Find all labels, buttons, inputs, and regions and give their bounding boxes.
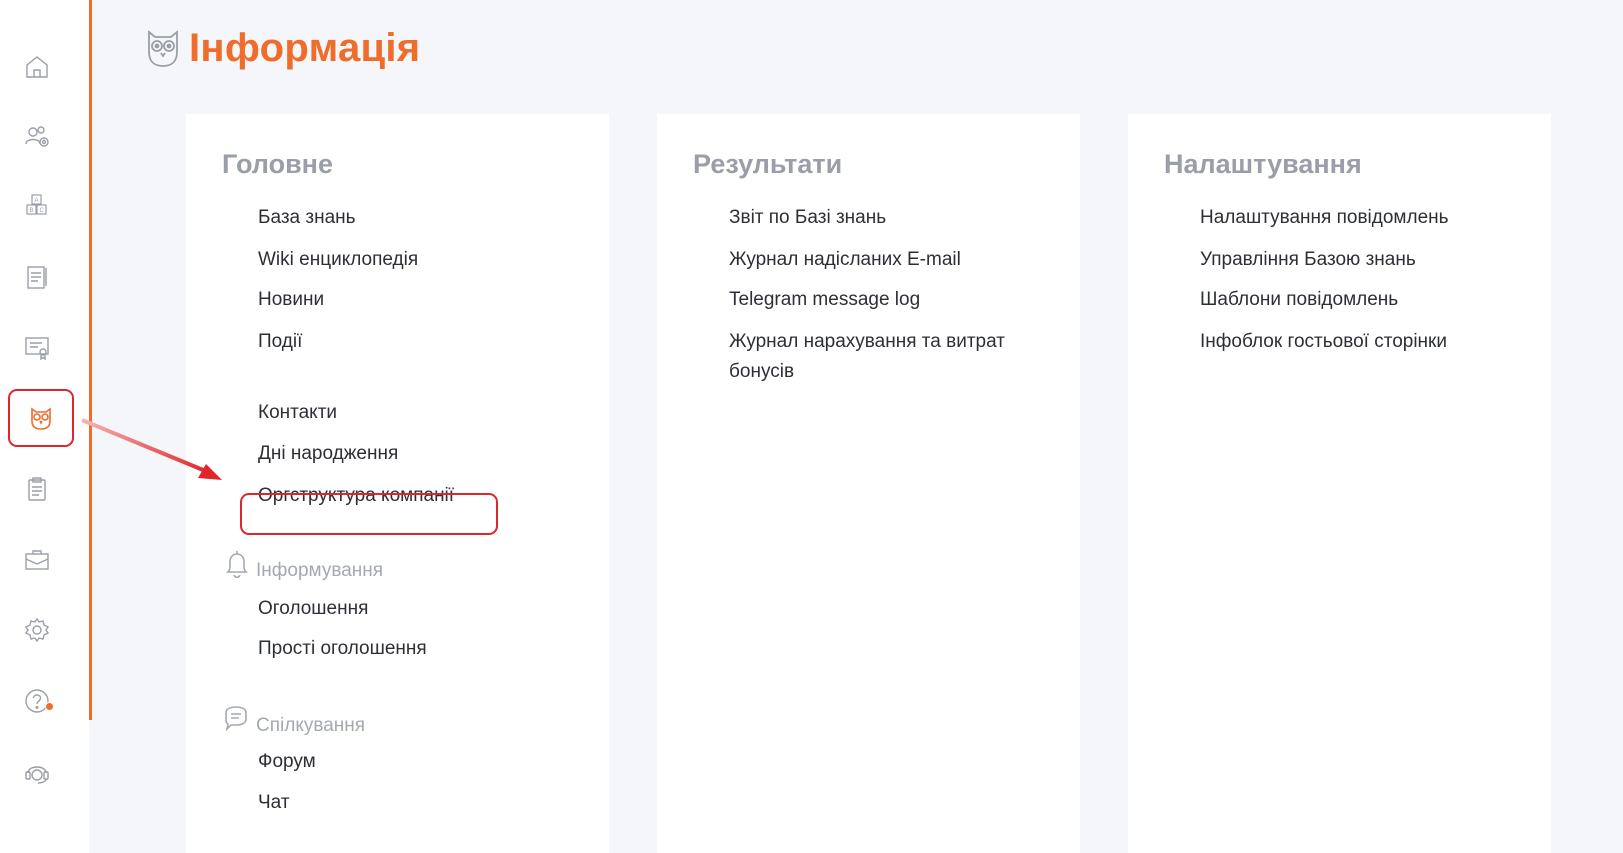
bell-icon bbox=[226, 551, 248, 579]
page-title: Інформація bbox=[189, 25, 421, 70]
support-headset-icon[interactable] bbox=[17, 752, 57, 792]
svg-text:A: A bbox=[35, 198, 39, 204]
svg-text:C: C bbox=[40, 208, 45, 214]
link-wiki[interactable]: Wiki енциклопедія bbox=[258, 245, 418, 275]
owl-logo-icon bbox=[148, 30, 178, 67]
notebook-icon[interactable] bbox=[17, 257, 57, 297]
card-results: Результати Звіт по Базі знань Журнал над… bbox=[657, 114, 1080, 853]
section-communication: Спілкування bbox=[220, 703, 365, 737]
link-email-log[interactable]: Журнал надісланих E-mail bbox=[729, 245, 961, 275]
link-forum[interactable]: Форум bbox=[258, 747, 316, 777]
link-notification-settings[interactable]: Налаштування повідомлень bbox=[1200, 203, 1449, 233]
section-informing-label: Інформування bbox=[256, 560, 384, 581]
link-simple-announcements[interactable]: Прості оголошення bbox=[258, 634, 427, 664]
sidebar-accent-line bbox=[89, 0, 92, 720]
gear-icon[interactable] bbox=[17, 610, 57, 650]
highlight-org-structure bbox=[240, 493, 498, 535]
section-communication-label: Спілкування bbox=[256, 715, 366, 736]
owl-icon[interactable] bbox=[8, 389, 74, 447]
abc-blocks-icon[interactable]: ABC bbox=[17, 187, 57, 227]
notification-dot bbox=[45, 702, 54, 711]
link-message-templates[interactable]: Шаблони повідомлень bbox=[1200, 285, 1398, 315]
link-news[interactable]: Новини bbox=[258, 285, 324, 315]
section-informing: Інформування bbox=[220, 548, 383, 582]
certificate-icon[interactable] bbox=[17, 327, 57, 367]
svg-text:B: B bbox=[30, 208, 34, 214]
link-birthdays[interactable]: Дні народження bbox=[258, 439, 398, 469]
link-bonus-log[interactable]: Журнал нарахування та витрат бонусів bbox=[729, 327, 1029, 387]
card-main: Головне База знань Wiki енциклопедія Нов… bbox=[186, 114, 609, 853]
link-contacts[interactable]: Контакти bbox=[258, 398, 337, 428]
card-settings: Налаштування Налаштування повідомлень Уп… bbox=[1128, 114, 1551, 853]
annotation-arrow bbox=[81, 418, 222, 480]
card-title-settings: Налаштування bbox=[1164, 149, 1362, 179]
page-header: Інформація bbox=[141, 22, 420, 74]
card-title-results: Результати bbox=[693, 149, 843, 179]
chat-bubbles-icon bbox=[225, 706, 247, 732]
link-chat[interactable]: Чат bbox=[258, 788, 290, 818]
link-knowledge-base[interactable]: База знань bbox=[258, 203, 356, 233]
briefcase-icon[interactable] bbox=[17, 540, 57, 580]
link-events[interactable]: Події bbox=[258, 327, 302, 357]
card-title-main: Головне bbox=[222, 149, 333, 179]
users-gear-icon[interactable] bbox=[17, 117, 57, 157]
link-kb-management[interactable]: Управління Базою знань bbox=[1200, 245, 1416, 275]
home-icon[interactable] bbox=[17, 47, 57, 87]
link-guest-infoblock[interactable]: Інфоблок гостьової сторінки bbox=[1200, 327, 1447, 357]
link-kb-report[interactable]: Звіт по Базі знань bbox=[729, 203, 886, 233]
clipboard-icon[interactable] bbox=[17, 469, 57, 509]
sidebar: ABC bbox=[0, 0, 89, 853]
link-announcements[interactable]: Оголошення bbox=[258, 594, 368, 624]
link-telegram-log[interactable]: Telegram message log bbox=[729, 285, 920, 315]
question-icon[interactable] bbox=[17, 681, 57, 721]
